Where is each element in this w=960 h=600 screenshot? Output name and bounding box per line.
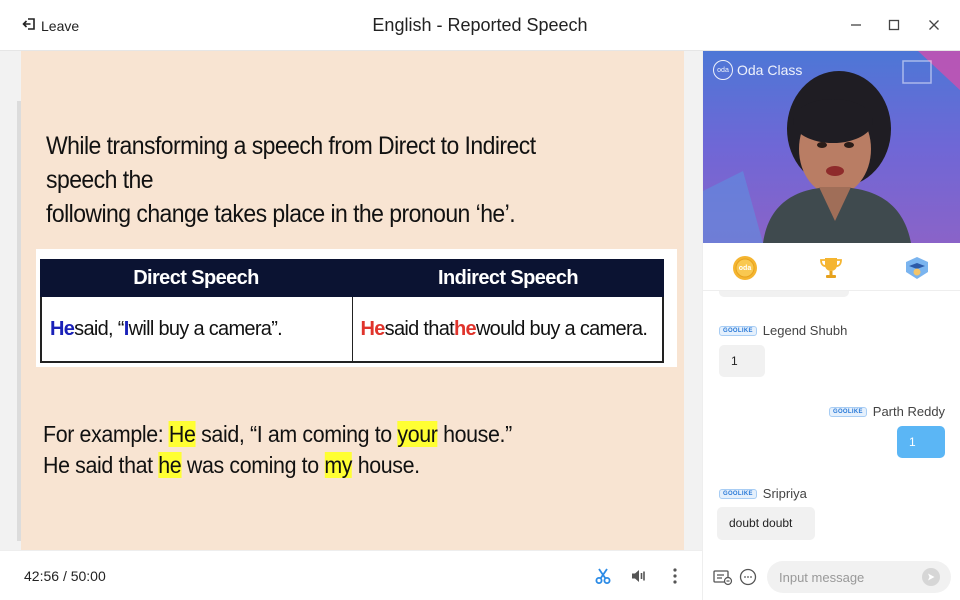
example-line-2: He said that he was coming to my house. [43, 450, 512, 481]
highlighted-word: He [168, 421, 196, 447]
chat-list: GOOLIKE Legend Shubh 1 GOOLIKE Parth Red… [703, 291, 960, 553]
elapsed-time: 42:56 [24, 568, 60, 584]
graduate-badge-icon[interactable] [904, 255, 930, 281]
pronoun-he-reported: he [453, 317, 477, 340]
window-title: English - Reported Speech [372, 15, 588, 35]
teacher-video: oda Oda Class [703, 51, 960, 243]
goolike-badge: GOOLIKE [829, 406, 867, 417]
indirect-text: said that [384, 317, 455, 340]
side-panel: oda Oda Class oda GOOLIKE Legend Shubh 1… [702, 51, 960, 600]
previous-message-bubble [719, 291, 849, 297]
volume-icon[interactable] [629, 566, 649, 586]
total-time: / 50:00 [62, 568, 106, 584]
oda-logo-icon: oda [713, 60, 733, 80]
oda-coin-label: oda [738, 264, 752, 272]
chat-message-own: 1 [897, 426, 945, 458]
close-button[interactable] [926, 17, 942, 33]
chat-sender: GOOLIKE Sripriya [719, 486, 807, 501]
playback-time: 42:56 / 50:00 [24, 568, 106, 584]
header-direct-speech: Direct Speech [133, 266, 259, 289]
indirect-speech-cell: He said that he would buy a camera. [353, 297, 663, 361]
highlighted-word: he [158, 452, 182, 478]
example-text-part: house.” [437, 421, 512, 447]
scissors-icon[interactable] [593, 566, 613, 586]
chat-input-bar [703, 553, 960, 600]
intro-line-1: While transforming a speech from Direct … [46, 132, 536, 194]
video-watermark: oda Oda Class [713, 60, 802, 80]
example-line-1: For example: He said, “I am coming to yo… [43, 419, 512, 450]
example-prefix: For example: [43, 421, 169, 447]
chat-sender: GOOLIKE Legend Shubh [719, 323, 847, 338]
maximize-button[interactable] [886, 17, 902, 33]
goolike-badge: GOOLIKE [719, 488, 757, 499]
highlighted-word: your [397, 421, 438, 447]
direct-text: said, “ [74, 317, 124, 340]
example-text: For example: He said, “I am coming to yo… [43, 419, 512, 481]
title-bar: Leave English - Reported Speech [0, 0, 960, 51]
speech-table: Direct Speech Indirect Speech He said, “… [36, 249, 677, 367]
example-text-part: was coming to [181, 452, 325, 478]
video-watermark-text: Oda Class [737, 62, 803, 78]
direct-text-end: will buy a camera”. [128, 317, 283, 340]
send-button[interactable] [922, 568, 940, 586]
goolike-badge: GOOLIKE [719, 325, 757, 336]
player-bar: 42:56 / 50:00 [0, 550, 702, 600]
example-text-part: house. [352, 452, 420, 478]
send-icon [928, 573, 935, 581]
example-text-part: He said that [43, 452, 159, 478]
slide-intro-text: While transforming a speech from Direct … [46, 129, 607, 231]
indirect-text-end: would buy a camera. [475, 317, 648, 340]
intro-line-2: following change takes place in the pron… [46, 200, 516, 228]
settings-filter-icon[interactable] [713, 568, 733, 586]
more-options-icon[interactable] [665, 566, 685, 586]
header-indirect-speech: Indirect Speech [438, 266, 579, 289]
chat-sender: GOOLIKE Parth Reddy [829, 404, 945, 419]
leave-icon [22, 17, 36, 34]
emoji-icon[interactable] [739, 568, 757, 586]
direct-speech-cell: He said, “I will buy a camera”. [42, 297, 353, 361]
table-row: He said, “I will buy a camera”. He said … [40, 297, 664, 363]
leave-label: Leave [41, 17, 80, 34]
leave-button[interactable]: Leave [22, 17, 79, 34]
example-text-part: said, “I am coming to [195, 421, 398, 447]
slide-area: While transforming a speech from Direct … [0, 51, 702, 550]
slide: While transforming a speech from Direct … [21, 51, 684, 550]
sender-name: Sripriya [762, 486, 807, 501]
pronoun-he: He [50, 317, 75, 340]
chat-message: 1 [719, 345, 765, 377]
minimize-button[interactable] [848, 17, 864, 33]
highlighted-word: my [324, 452, 353, 478]
sender-name: Parth Reddy [872, 404, 946, 419]
award-bar: oda [703, 243, 960, 291]
oda-coin-icon[interactable]: oda [732, 255, 758, 281]
pronoun-he: He [360, 317, 386, 340]
trophy-icon[interactable] [818, 255, 844, 281]
table-header: Direct Speech Indirect Speech [40, 259, 664, 297]
sender-name: Legend Shubh [762, 323, 848, 338]
chat-message: doubt doubt [717, 507, 815, 540]
